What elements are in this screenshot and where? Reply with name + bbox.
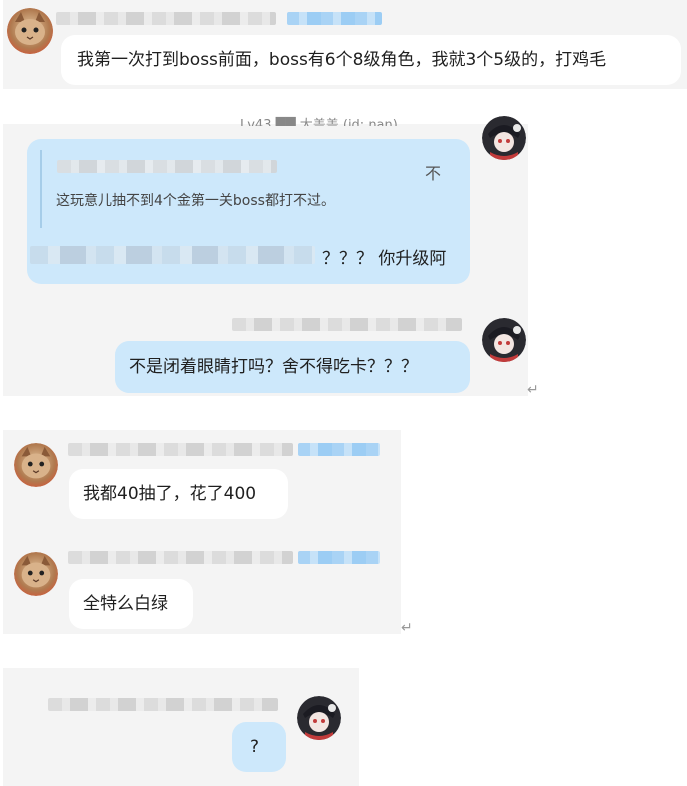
message-bubble[interactable]: 我第一次打到boss前面，boss有6个8级角色，我就3个5级的，打鸡毛 bbox=[61, 35, 681, 85]
message-text: ? bbox=[250, 737, 260, 757]
sender-name-blurred bbox=[232, 318, 462, 331]
message-text: 我都40抽了，花了400 bbox=[83, 484, 257, 504]
cut-header-text: Lv43 ██ 大盖盖 (id: nan) bbox=[240, 118, 398, 126]
quoted-sender-blurred bbox=[57, 160, 277, 173]
message-bubble[interactable]: 我都40抽了，花了400 bbox=[69, 469, 288, 519]
message-text: 全特么白绿 bbox=[83, 594, 168, 614]
cat-avatar[interactable] bbox=[14, 443, 58, 487]
cat-avatar[interactable] bbox=[14, 552, 58, 596]
message-bubble[interactable]: 不是闭着眼睛打吗？舍不得吃卡？？？ bbox=[115, 341, 470, 393]
sender-tag-blurred bbox=[287, 12, 382, 25]
message-bubble[interactable]: ? bbox=[232, 722, 286, 772]
return-icon: ↵ bbox=[401, 620, 413, 636]
anime-avatar[interactable] bbox=[482, 318, 526, 362]
chat-panel-3 bbox=[3, 430, 401, 634]
message-text: 我第一次打到boss前面，boss有6个8级角色，我就3个5级的，打鸡毛 bbox=[77, 50, 607, 70]
quote-suffix: 不 bbox=[425, 164, 442, 183]
sender-tag-blurred bbox=[298, 551, 380, 564]
anime-avatar[interactable] bbox=[297, 696, 341, 740]
sender-name-blurred bbox=[68, 551, 293, 564]
return-icon: ↵ bbox=[527, 382, 539, 398]
reply-text: ？？？ 你升级阿 bbox=[322, 249, 447, 269]
sender-name-blurred bbox=[48, 698, 278, 711]
message-bubble[interactable]: 全特么白绿 bbox=[69, 579, 193, 629]
sender-tag-blurred bbox=[298, 443, 380, 456]
mention-blurred bbox=[30, 246, 315, 264]
quote-text: 这玩意儿抽不到4个金第一关boss都打不过。 bbox=[56, 193, 335, 209]
chat-panel-1: 我第一次打到boss前面，boss有6个8级角色，我就3个5级的，打鸡毛 bbox=[3, 0, 687, 89]
message-text: 不是闭着眼睛打吗？舍不得吃卡？？？ bbox=[129, 357, 418, 377]
anime-avatar[interactable] bbox=[482, 116, 526, 160]
sender-name-blurred bbox=[68, 443, 293, 456]
sender-name-blurred bbox=[56, 12, 276, 25]
cat-avatar[interactable] bbox=[7, 8, 53, 54]
